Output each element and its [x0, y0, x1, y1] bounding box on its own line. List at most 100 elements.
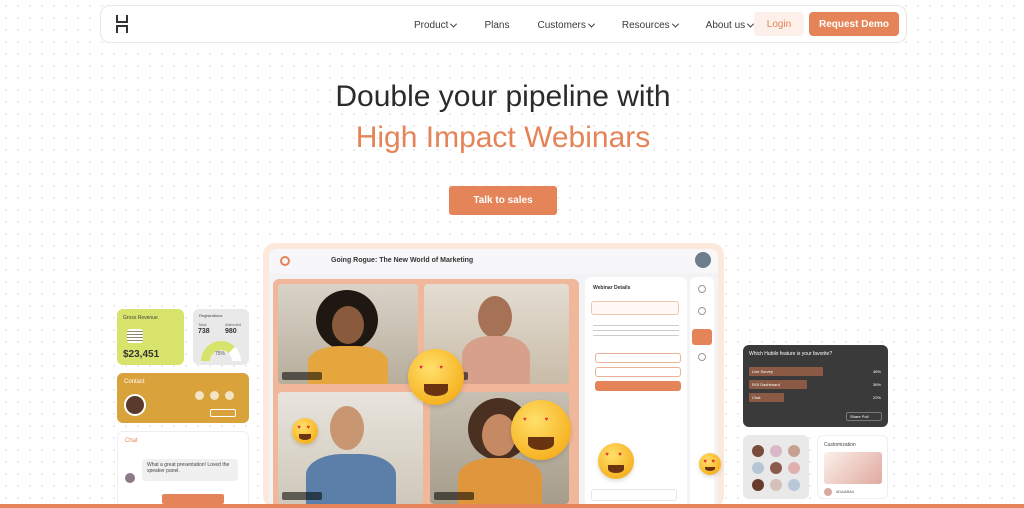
- nav-plans[interactable]: Plans: [484, 20, 509, 31]
- facebook-icon[interactable]: [195, 391, 204, 400]
- nav-customers[interactable]: Customers: [537, 19, 595, 31]
- total-value: 738: [198, 328, 210, 335]
- contact-card: Contact: [117, 373, 249, 423]
- avatar: [770, 462, 782, 474]
- poll-option-label: Live Survey: [752, 369, 773, 374]
- registrations-card: Registrations Total 738 Attended 980 75%: [193, 309, 249, 365]
- contact-button[interactable]: [210, 409, 236, 417]
- poll-question: Which Hubilo feature is your favorite?: [749, 351, 833, 357]
- logo-icon[interactable]: [115, 15, 129, 33]
- poll-result-row: Live Survey 46%: [749, 367, 881, 376]
- poll-percent: 22%: [872, 395, 881, 400]
- hero-heading-accent: High Impact Webinars: [355, 121, 651, 154]
- talk-to-sales-button[interactable]: Talk to sales: [449, 186, 557, 215]
- app-header: Going Rogue: The New World of Marketing: [269, 249, 718, 273]
- app-logo-icon: [280, 256, 290, 266]
- chat-action-button[interactable]: [162, 494, 224, 504]
- heart-eyes-emoji-icon: ♥ ♥: [408, 349, 464, 405]
- poll-option[interactable]: [595, 353, 681, 363]
- poll-result-row: ROI Dashboard 36%: [749, 380, 881, 389]
- nav-product-label: Product: [414, 19, 449, 31]
- bottom-accent-bar: [0, 504, 1024, 508]
- heart-eyes-emoji-icon: ♥ ♥: [511, 400, 571, 460]
- attended-label: Attended: [225, 322, 242, 327]
- message-input[interactable]: [591, 489, 677, 501]
- avatar: [770, 445, 782, 457]
- panel-title: Webinar Details: [593, 285, 631, 291]
- color-picker[interactable]: [824, 452, 882, 484]
- participant-name-tag: [282, 492, 322, 500]
- heart-eyes-emoji-icon: ♥ ♥: [292, 418, 318, 444]
- poll-option-label: ROI Dashboard: [752, 382, 780, 387]
- nav-resources[interactable]: Resources: [621, 19, 679, 31]
- video-tile: [278, 392, 423, 504]
- customization-label: Customization: [824, 442, 856, 448]
- poll-option-selected[interactable]: [595, 381, 681, 391]
- total-label: Total: [198, 322, 207, 327]
- nav-about-label: About us: [705, 19, 746, 31]
- attendee-grid-card: [743, 435, 809, 499]
- poll-percent: 46%: [872, 369, 881, 374]
- twitter-icon[interactable]: [225, 391, 234, 400]
- avatar: [695, 252, 711, 268]
- poll-option-label: Chat: [752, 395, 761, 400]
- contact-label: Contact: [124, 379, 145, 385]
- request-demo-button[interactable]: Request Demo: [809, 12, 899, 36]
- avatar: [788, 479, 800, 491]
- poll-option[interactable]: [595, 367, 681, 377]
- login-button[interactable]: Login: [754, 12, 804, 36]
- app-window: Going Rogue: The New World of Marketing: [269, 249, 718, 508]
- chat-message: What a great presentation! Loved the spe…: [142, 459, 238, 481]
- attended-value: 980: [225, 328, 237, 335]
- avatar: [124, 394, 146, 416]
- qa-icon[interactable]: [698, 353, 706, 361]
- color-code: #DAABA0: [836, 489, 855, 494]
- webinar-app-preview: Going Rogue: The New World of Marketing: [263, 243, 724, 508]
- webinar-details-panel: Webinar Details: [585, 277, 687, 508]
- poll-result-row: Chat 22%: [749, 393, 881, 402]
- linkedin-icon[interactable]: [210, 391, 219, 400]
- poll-percent: 36%: [872, 382, 881, 387]
- share-poll-button[interactable]: Share Poll: [846, 412, 882, 421]
- question-text: [593, 325, 679, 339]
- coins-icon: [127, 329, 143, 343]
- chevron-down-icon: [450, 20, 458, 28]
- participant-name-tag: [434, 492, 474, 500]
- gauge-value: 75%: [215, 351, 226, 357]
- nav-plans-label: Plans: [484, 19, 510, 31]
- app-title: Going Rogue: The New World of Marketing: [331, 257, 474, 264]
- avatar: [788, 462, 800, 474]
- top-navbar: Product Plans Customers Resources About …: [100, 5, 907, 43]
- chat-card: Chat What a great presentation! Loved th…: [117, 431, 249, 508]
- heart-eyes-emoji-icon: ♥ ♥: [598, 443, 634, 479]
- info-icon[interactable]: [698, 285, 706, 293]
- participant-name-tag: [282, 372, 322, 380]
- avatar: [770, 479, 782, 491]
- customization-card: Customization #DAABA0: [817, 435, 888, 499]
- polls-tab-active[interactable]: [692, 329, 712, 345]
- question-field[interactable]: [591, 301, 679, 315]
- revenue-value: $23,451: [123, 349, 160, 360]
- hero-heading: Double your pipeline with: [335, 80, 671, 113]
- chevron-down-icon: [587, 20, 595, 28]
- avatar: [752, 462, 764, 474]
- poll-card: Which Hubilo feature is your favorite? L…: [743, 345, 888, 427]
- avatar: [752, 479, 764, 491]
- nav-customers-label: Customers: [537, 19, 586, 31]
- gross-revenue-card: Gross Revenue $23,451: [117, 309, 184, 365]
- participants-icon[interactable]: [698, 307, 706, 315]
- revenue-label: Gross Revenue: [123, 315, 158, 321]
- video-tile: [278, 284, 418, 384]
- chat-label: Chat: [125, 438, 138, 444]
- avatar: [788, 445, 800, 457]
- nav-links: Product Plans Customers Resources About …: [414, 6, 781, 44]
- nav-about[interactable]: About us: [705, 19, 755, 31]
- registrations-label: Registrations: [199, 313, 223, 318]
- avatar: [752, 445, 764, 457]
- chevron-down-icon: [671, 20, 679, 28]
- heart-eyes-emoji-icon: ♥ ♥: [699, 453, 721, 475]
- avatar: [125, 473, 135, 483]
- color-swatch[interactable]: [824, 488, 832, 496]
- nav-product[interactable]: Product: [414, 19, 458, 31]
- nav-resources-label: Resources: [621, 19, 670, 31]
